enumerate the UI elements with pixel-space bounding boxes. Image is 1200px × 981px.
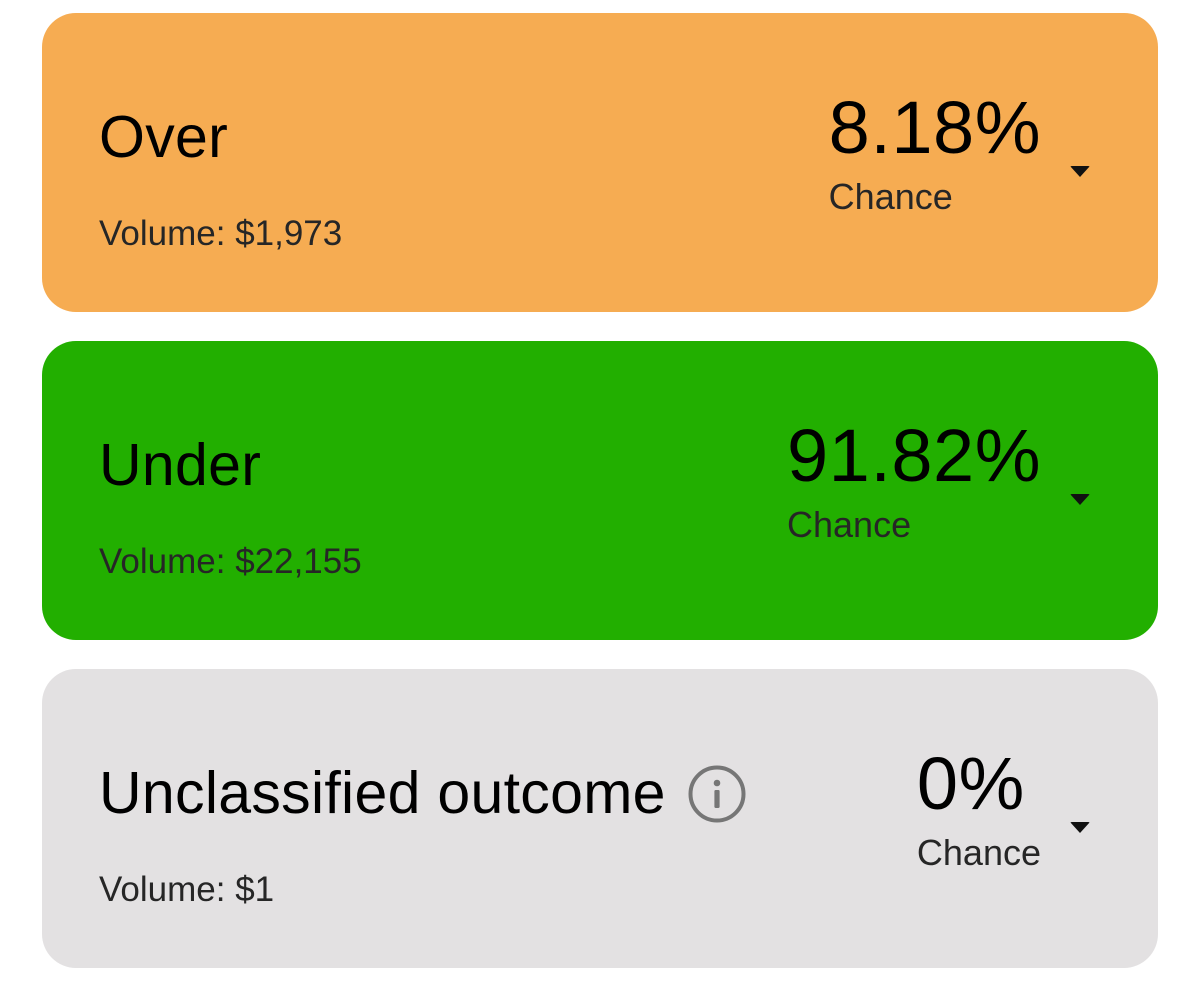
chevron-down-icon[interactable] — [1070, 822, 1090, 833]
outcome-card-under[interactable]: Under Volume: $22,155 91.82% Chance — [42, 341, 1158, 640]
outcome-name: Over — [99, 104, 229, 170]
outcome-card-unclassified[interactable]: Unclassified outcome Volume: $1 0% Chanc… — [42, 669, 1158, 968]
chance-label: Chance — [787, 504, 912, 545]
outcome-probability: 0% Chance — [917, 747, 1041, 871]
outcome-title-row: Over — [99, 108, 228, 167]
outcome-card-over[interactable]: Over Volume: $1,973 8.18% Chance — [42, 13, 1158, 312]
chevron-down-icon[interactable] — [1070, 494, 1090, 505]
outcome-percent: 91.82% — [787, 414, 1041, 497]
outcome-volume: Volume: $1 — [99, 870, 275, 909]
outcome-probability: 91.82% Chance — [787, 419, 1041, 543]
outcome-probability: 8.18% Chance — [829, 91, 1041, 215]
outcome-name: Under — [99, 432, 262, 498]
outcome-name: Unclassified outcome — [99, 760, 666, 826]
chance-label: Chance — [828, 176, 953, 217]
chevron-down-icon[interactable] — [1070, 166, 1090, 177]
outcome-percent: 8.18% — [828, 86, 1041, 169]
chance-label: Chance — [916, 832, 1041, 873]
info-icon[interactable] — [688, 765, 746, 823]
outcome-volume: Volume: $22,155 — [99, 542, 362, 581]
outcome-volume: Volume: $1,973 — [99, 214, 343, 253]
outcome-title-row: Unclassified outcome — [99, 764, 746, 823]
outcome-title-row: Under — [99, 436, 261, 495]
outcome-percent: 0% — [916, 742, 1025, 825]
